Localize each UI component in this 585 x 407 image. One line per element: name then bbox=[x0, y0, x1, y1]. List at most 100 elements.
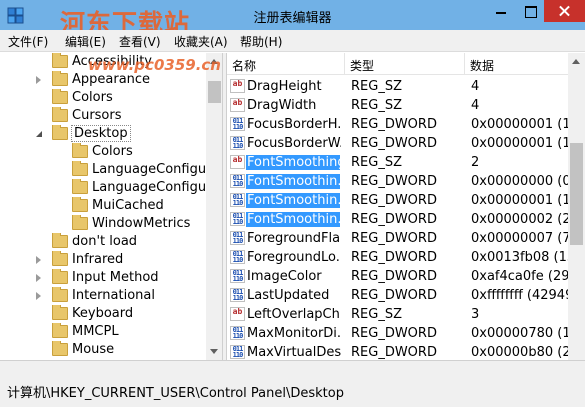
value-data: 0x00000000 (0) bbox=[471, 174, 568, 189]
tree-item-label: don't load bbox=[72, 234, 138, 249]
value-row[interactable]: ab DragWidth REG_SZ 4 bbox=[227, 96, 568, 115]
binary-value-icon: 011 110 bbox=[230, 136, 245, 150]
value-data: 0xaf4ca0fe (294 bbox=[471, 269, 568, 284]
expanded-arrow-icon[interactable] bbox=[36, 131, 42, 137]
tree-item[interactable]: Colors bbox=[0, 143, 206, 161]
folder-icon bbox=[52, 107, 68, 122]
value-type: REG_DWORD bbox=[351, 345, 437, 360]
string-value-icon: ab bbox=[230, 79, 245, 93]
value-type: REG_SZ bbox=[351, 155, 402, 170]
value-row[interactable]: 011 110 FontSmoothin... REG_DWORD 0x0000000… bbox=[227, 191, 568, 210]
tree-item[interactable]: WindowMetrics bbox=[0, 215, 206, 233]
folder-icon bbox=[52, 125, 68, 140]
value-name: LastUpdated bbox=[247, 288, 330, 303]
value-name: FontSmoothin... bbox=[246, 174, 340, 189]
maximize-button[interactable] bbox=[516, 0, 544, 22]
column-data-header[interactable]: 数据 bbox=[465, 53, 568, 75]
tree-item[interactable]: Mouse bbox=[0, 341, 206, 359]
tree-item[interactable]: LanguageConfigura bbox=[0, 179, 206, 197]
value-row[interactable]: 011 110 FontSmoothin... REG_DWORD 0x0000000… bbox=[227, 172, 568, 191]
tree-item[interactable]: Input Method bbox=[0, 269, 206, 287]
menu-favorites[interactable]: 收藏夹(A) bbox=[174, 33, 228, 50]
key-path: 计算机\HKEY_CURRENT_USER\Control Panel\Desk… bbox=[7, 386, 344, 401]
value-row[interactable]: ab FontSmoothing REG_SZ 2 bbox=[227, 153, 568, 172]
tree-item[interactable]: LanguageConfigura bbox=[0, 161, 206, 179]
value-type: REG_SZ bbox=[351, 79, 402, 94]
tree-item[interactable]: MuiCached bbox=[0, 197, 206, 215]
value-row[interactable]: 011 110 ImageColor REG_DWORD 0xaf4ca0fe (29… bbox=[227, 267, 568, 286]
value-row[interactable]: 011 110FocusBorderW... REG_DWORD 0x0000000… bbox=[227, 134, 568, 153]
value-name: FontSmoothin... bbox=[246, 212, 340, 227]
key-tree[interactable]: Accessibility Appearance Colors Cursors Desk… bbox=[0, 53, 222, 360]
value-row[interactable]: 011 110 ForegroundLo... REG_DWORD 0x0013fb0… bbox=[227, 248, 568, 267]
tree-item-label: Mouse bbox=[72, 342, 115, 357]
value-data: 0x00000001 (1) bbox=[471, 136, 568, 151]
values-list[interactable]: 名称 类型 数据 ab DragHeight REG_SZ 4 ab DragWidth R… bbox=[227, 53, 568, 360]
value-data: 0x00000007 (7) bbox=[471, 231, 568, 246]
value-type: REG_DWORD bbox=[351, 326, 437, 341]
minimize-button[interactable] bbox=[486, 0, 516, 22]
folder-icon bbox=[72, 179, 88, 194]
binary-value-icon: 011 110 bbox=[230, 174, 245, 188]
value-name: FocusBorderH... bbox=[247, 117, 341, 132]
tree-item[interactable]: Infrared bbox=[0, 251, 206, 269]
tree-item-label: MuiCached bbox=[92, 198, 164, 213]
value-data: 0x00000001 (1) bbox=[471, 117, 568, 132]
value-row[interactable]: 011 110 FontSmoothin... REG_DWORD 0x0000000… bbox=[227, 210, 568, 229]
value-name: DragHeight bbox=[247, 79, 322, 94]
value-data: 0x00000780 (19 bbox=[471, 326, 568, 341]
scroll-up-arrow-icon[interactable] bbox=[572, 59, 580, 64]
value-data: 2 bbox=[471, 155, 480, 170]
value-name: ForegroundFla... bbox=[247, 231, 341, 246]
status-bar: 计算机\HKEY_CURRENT_USER\Control Panel\Desk… bbox=[0, 360, 585, 407]
scroll-thumb[interactable] bbox=[570, 143, 583, 245]
tree-item[interactable]: International bbox=[0, 287, 206, 305]
tree-item[interactable]: Colors bbox=[0, 89, 206, 107]
tree-item[interactable]: Keyboard bbox=[0, 305, 206, 323]
value-row[interactable]: 011 110ForegroundFla... REG_DWORD 0x000000… bbox=[227, 229, 568, 248]
list-scrollbar[interactable] bbox=[568, 53, 585, 360]
folder-icon bbox=[72, 215, 88, 230]
tree-item-label: WindowMetrics bbox=[92, 216, 191, 231]
value-name: MaxVirtualDes... bbox=[247, 345, 341, 360]
scroll-thumb[interactable] bbox=[208, 81, 221, 103]
title-bar[interactable]: 河东下载站 注册表编辑器 bbox=[0, 0, 585, 38]
menu-file[interactable]: 文件(F) bbox=[8, 33, 48, 50]
tree-item[interactable]: Desktop bbox=[0, 125, 206, 143]
tree-item[interactable]: MMCPL bbox=[0, 323, 206, 341]
value-row[interactable]: 011 110 LastUpdated REG_DWORD 0xffffffff (4… bbox=[227, 286, 568, 305]
folder-icon bbox=[52, 89, 68, 104]
tree-item[interactable]: don't load bbox=[0, 233, 206, 251]
value-name: LeftOverlapCh... bbox=[247, 307, 341, 322]
value-row[interactable]: abLeftOverlapCh... REG_SZ 3 bbox=[227, 305, 568, 324]
value-type: REG_DWORD bbox=[351, 269, 437, 284]
tree-item[interactable]: Cursors bbox=[0, 107, 206, 125]
collapsed-arrow-icon[interactable] bbox=[36, 76, 41, 84]
scroll-down-arrow-icon[interactable] bbox=[210, 349, 218, 354]
folder-icon bbox=[52, 305, 68, 320]
tree-item-label: Keyboard bbox=[72, 306, 134, 321]
collapsed-arrow-icon[interactable] bbox=[36, 274, 41, 282]
tree-scrollbar[interactable] bbox=[206, 53, 223, 360]
menu-view[interactable]: 查看(V) bbox=[119, 33, 161, 50]
column-type-header[interactable]: 类型 bbox=[345, 53, 465, 75]
collapsed-arrow-icon[interactable] bbox=[36, 256, 41, 264]
value-row[interactable]: 011 110MaxVirtualDes... REG_DWORD 0x00000b… bbox=[227, 343, 568, 360]
menu-edit[interactable]: 编辑(E) bbox=[65, 33, 106, 50]
folder-icon bbox=[52, 233, 68, 248]
menu-help[interactable]: 帮助(H) bbox=[240, 33, 282, 50]
value-name: FontSmoothin... bbox=[246, 193, 340, 208]
value-row[interactable]: 011 110 MaxMonitorDi... REG_DWORD 0x0000078… bbox=[227, 324, 568, 343]
value-type: REG_DWORD bbox=[351, 193, 437, 208]
value-type: REG_DWORD bbox=[351, 288, 437, 303]
value-data: 3 bbox=[471, 307, 480, 322]
value-name: ForegroundLo... bbox=[247, 250, 341, 265]
list-header: 名称 类型 数据 bbox=[227, 53, 568, 75]
tree-item-label: Colors bbox=[72, 90, 113, 105]
value-row[interactable]: ab DragHeight REG_SZ 4 bbox=[227, 77, 568, 96]
tree-item-label: Input Method bbox=[72, 270, 159, 285]
close-button[interactable] bbox=[544, 0, 585, 22]
value-row[interactable]: 011 110 FocusBorderH... REG_DWORD 0x0000000… bbox=[227, 115, 568, 134]
collapsed-arrow-icon[interactable] bbox=[36, 292, 41, 300]
column-name-header[interactable]: 名称 bbox=[227, 53, 345, 75]
